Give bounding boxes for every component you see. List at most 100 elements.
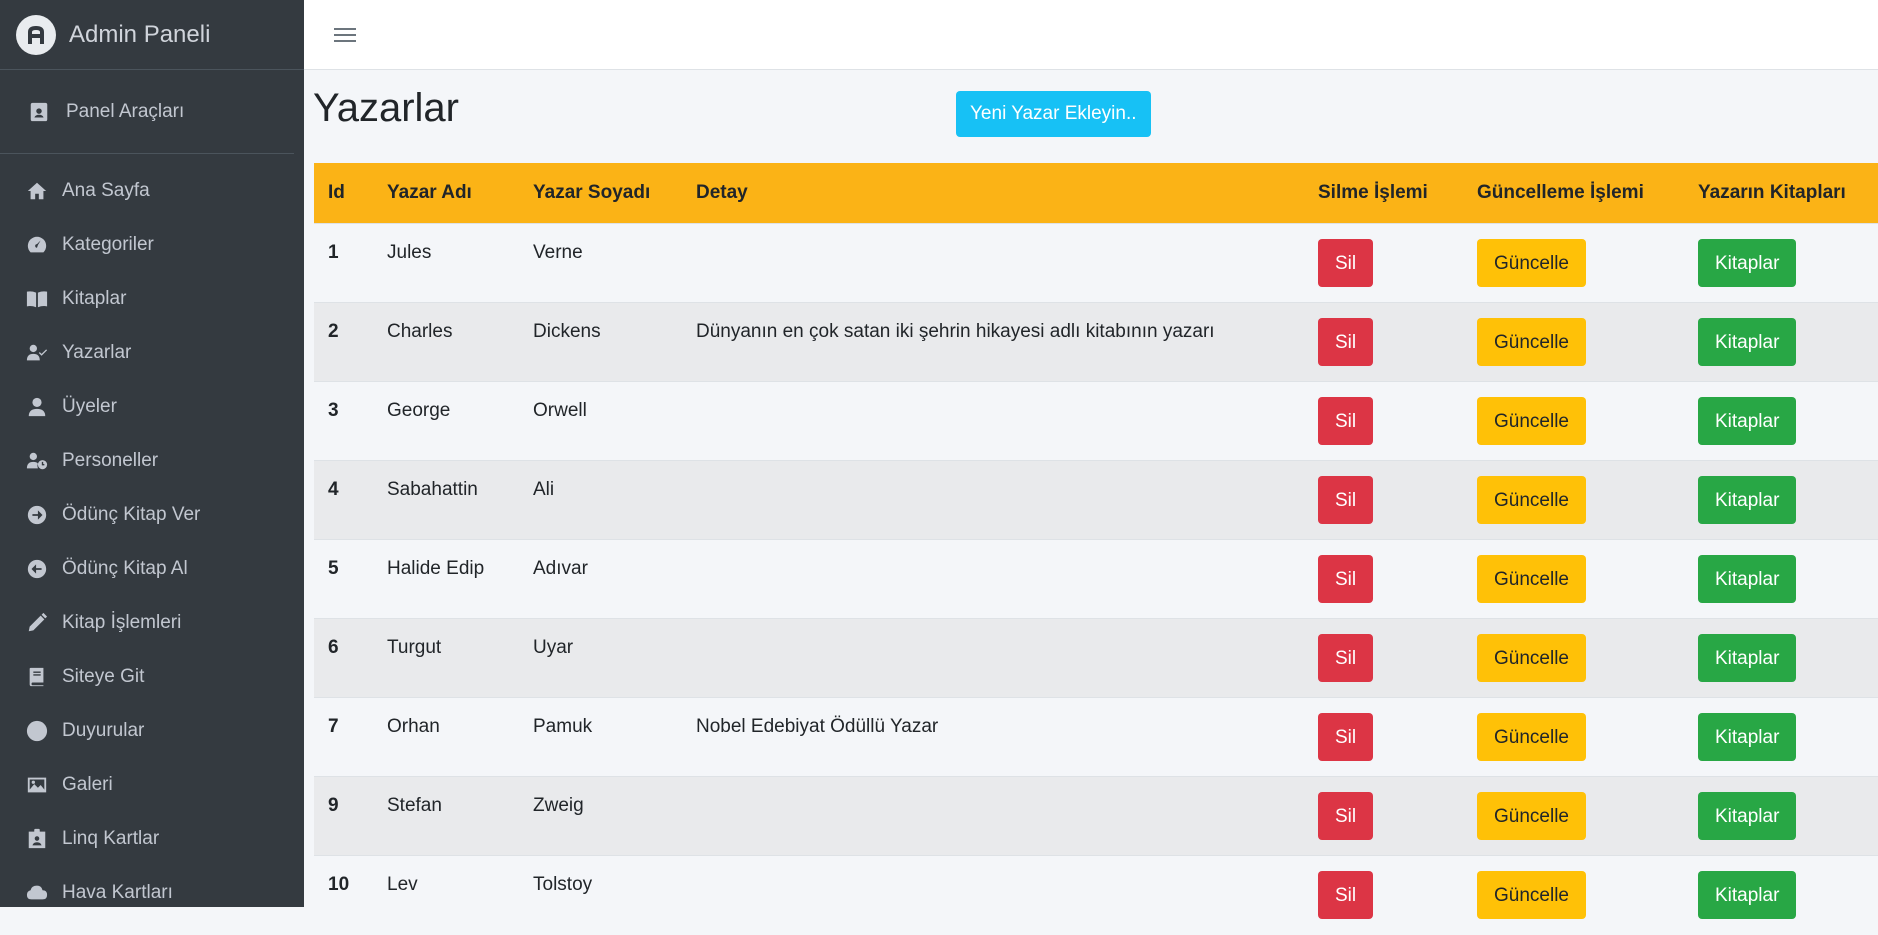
sidebar-item-siteye-git[interactable]: Siteye Git (0, 650, 304, 704)
update-button[interactable]: Güncelle (1477, 318, 1586, 366)
cell-update: Güncelle (1463, 302, 1684, 382)
sidebar-item-duyurular[interactable]: Duyurular (0, 704, 304, 758)
cell-id: 5 (314, 539, 373, 619)
cell-detail (682, 618, 1304, 698)
cell-update: Güncelle (1463, 381, 1684, 461)
books-button[interactable]: Kitaplar (1698, 871, 1797, 919)
cell-name: Sabahattin (373, 460, 519, 540)
delete-button[interactable]: Sil (1318, 871, 1374, 919)
update-button[interactable]: Güncelle (1477, 239, 1586, 287)
cell-delete: Sil (1304, 381, 1463, 461)
update-button[interactable]: Güncelle (1477, 555, 1586, 603)
update-button[interactable]: Güncelle (1477, 713, 1586, 761)
update-button[interactable]: Güncelle (1477, 871, 1586, 919)
pencil-icon (24, 611, 50, 635)
sidebar-nav: Ana Sayfa Kategoriler Kitaplar Yazarlar … (0, 154, 304, 907)
cell-books: Kitaplar (1684, 223, 1878, 303)
add-author-button[interactable]: Yeni Yazar Ekleyin.. (956, 91, 1151, 137)
cell-surname: Verne (519, 223, 682, 303)
sidebar-item-label: Kitap İşlemleri (62, 612, 182, 633)
circle-icon (24, 719, 50, 743)
sidebar-item-odunc-kitap-al[interactable]: Ödünç Kitap Al (0, 542, 304, 596)
cell-id: 4 (314, 460, 373, 540)
cell-name: Turgut (373, 618, 519, 698)
sidebar-item-linq-kartlar[interactable]: Linq Kartlar (0, 812, 304, 866)
sidebar-item-uyeler[interactable]: Üyeler (0, 380, 304, 434)
sidebar-item-label: Hava Kartları (62, 882, 173, 903)
header-update: Güncelleme İşlemi (1463, 163, 1684, 224)
update-button[interactable]: Güncelle (1477, 634, 1586, 682)
delete-button[interactable]: Sil (1318, 792, 1374, 840)
delete-button[interactable]: Sil (1318, 713, 1374, 761)
tachometer-icon (24, 233, 50, 257)
sidebar-item-kategoriler[interactable]: Kategoriler (0, 218, 304, 272)
cell-id: 6 (314, 618, 373, 698)
sidebar-item-label: Ana Sayfa (62, 180, 150, 201)
book-open-icon (24, 287, 50, 311)
cell-detail (682, 223, 1304, 303)
cell-update: Güncelle (1463, 855, 1684, 935)
menu-toggle-icon[interactable] (334, 24, 356, 44)
cell-surname: Zweig (519, 776, 682, 856)
books-button[interactable]: Kitaplar (1698, 318, 1797, 366)
sidebar-item-odunc-kitap-ver[interactable]: Ödünç Kitap Ver (0, 488, 304, 542)
books-button[interactable]: Kitaplar (1698, 634, 1797, 682)
cell-surname: Uyar (519, 618, 682, 698)
books-button[interactable]: Kitaplar (1698, 239, 1797, 287)
books-button[interactable]: Kitaplar (1698, 555, 1797, 603)
authors-table-container: Id Yazar Adı Yazar Soyadı Detay Silme İş… (314, 163, 1878, 935)
sidebar-item-ana-sayfa[interactable]: Ana Sayfa (0, 164, 304, 218)
sidebar-item-label: Linq Kartlar (62, 828, 160, 849)
cell-books: Kitaplar (1684, 618, 1878, 698)
user-check-icon (24, 341, 50, 365)
books-button[interactable]: Kitaplar (1698, 397, 1797, 445)
user-clock-icon (24, 449, 50, 473)
brand-link[interactable]: Admin Paneli (0, 0, 304, 70)
cell-id: 7 (314, 697, 373, 777)
table-row: 2 Charles Dickens Dünyanın en çok satan … (314, 302, 1878, 382)
sidebar-item-label: Kitaplar (62, 288, 127, 309)
update-button[interactable]: Güncelle (1477, 792, 1586, 840)
brand-logo-icon (16, 14, 56, 55)
sidebar-item-label: Personeller (62, 450, 159, 471)
panel-tools-link[interactable]: Panel Araçları (0, 70, 294, 154)
cell-delete: Sil (1304, 855, 1463, 935)
sidebar-item-label: Galeri (62, 774, 113, 795)
cell-books: Kitaplar (1684, 302, 1878, 382)
user-icon (24, 395, 50, 419)
delete-button[interactable]: Sil (1318, 318, 1374, 366)
table-row: 4 Sabahattin Ali Sil Güncelle Kitaplar (314, 460, 1878, 540)
cell-name: Halide Edip (373, 539, 519, 619)
arrow-circle-left-icon (24, 557, 50, 581)
header-name: Yazar Adı (373, 163, 519, 224)
cell-books: Kitaplar (1684, 697, 1878, 777)
sidebar-item-kitaplar[interactable]: Kitaplar (0, 272, 304, 326)
books-button[interactable]: Kitaplar (1698, 792, 1797, 840)
cell-id: 10 (314, 855, 373, 935)
sidebar-item-personeller[interactable]: Personeller (0, 434, 304, 488)
cloud-download-icon (24, 881, 50, 905)
delete-button[interactable]: Sil (1318, 476, 1374, 524)
sidebar-item-galeri[interactable]: Galeri (0, 758, 304, 812)
sidebar-item-yazarlar[interactable]: Yazarlar (0, 326, 304, 380)
update-button[interactable]: Güncelle (1477, 476, 1586, 524)
books-button[interactable]: Kitaplar (1698, 476, 1797, 524)
sidebar-item-label: Ödünç Kitap Al (62, 558, 188, 579)
cell-books: Kitaplar (1684, 381, 1878, 461)
delete-button[interactable]: Sil (1318, 239, 1374, 287)
books-button[interactable]: Kitaplar (1698, 713, 1797, 761)
cell-name: Charles (373, 302, 519, 382)
cell-surname: Pamuk (519, 697, 682, 777)
cell-name: Stefan (373, 776, 519, 856)
sidebar-item-hava-kartlari[interactable]: Hava Kartları (0, 866, 304, 907)
sidebar: Admin Paneli Panel Araçları Ana Sayfa Ka… (0, 0, 304, 907)
cell-delete: Sil (1304, 618, 1463, 698)
sidebar-item-kitap-islemleri[interactable]: Kitap İşlemleri (0, 596, 304, 650)
delete-button[interactable]: Sil (1318, 555, 1374, 603)
cell-surname: Dickens (519, 302, 682, 382)
delete-button[interactable]: Sil (1318, 634, 1374, 682)
update-button[interactable]: Güncelle (1477, 397, 1586, 445)
cell-id: 1 (314, 223, 373, 303)
header-books: Yazarın Kitapları (1684, 163, 1878, 224)
delete-button[interactable]: Sil (1318, 397, 1374, 445)
